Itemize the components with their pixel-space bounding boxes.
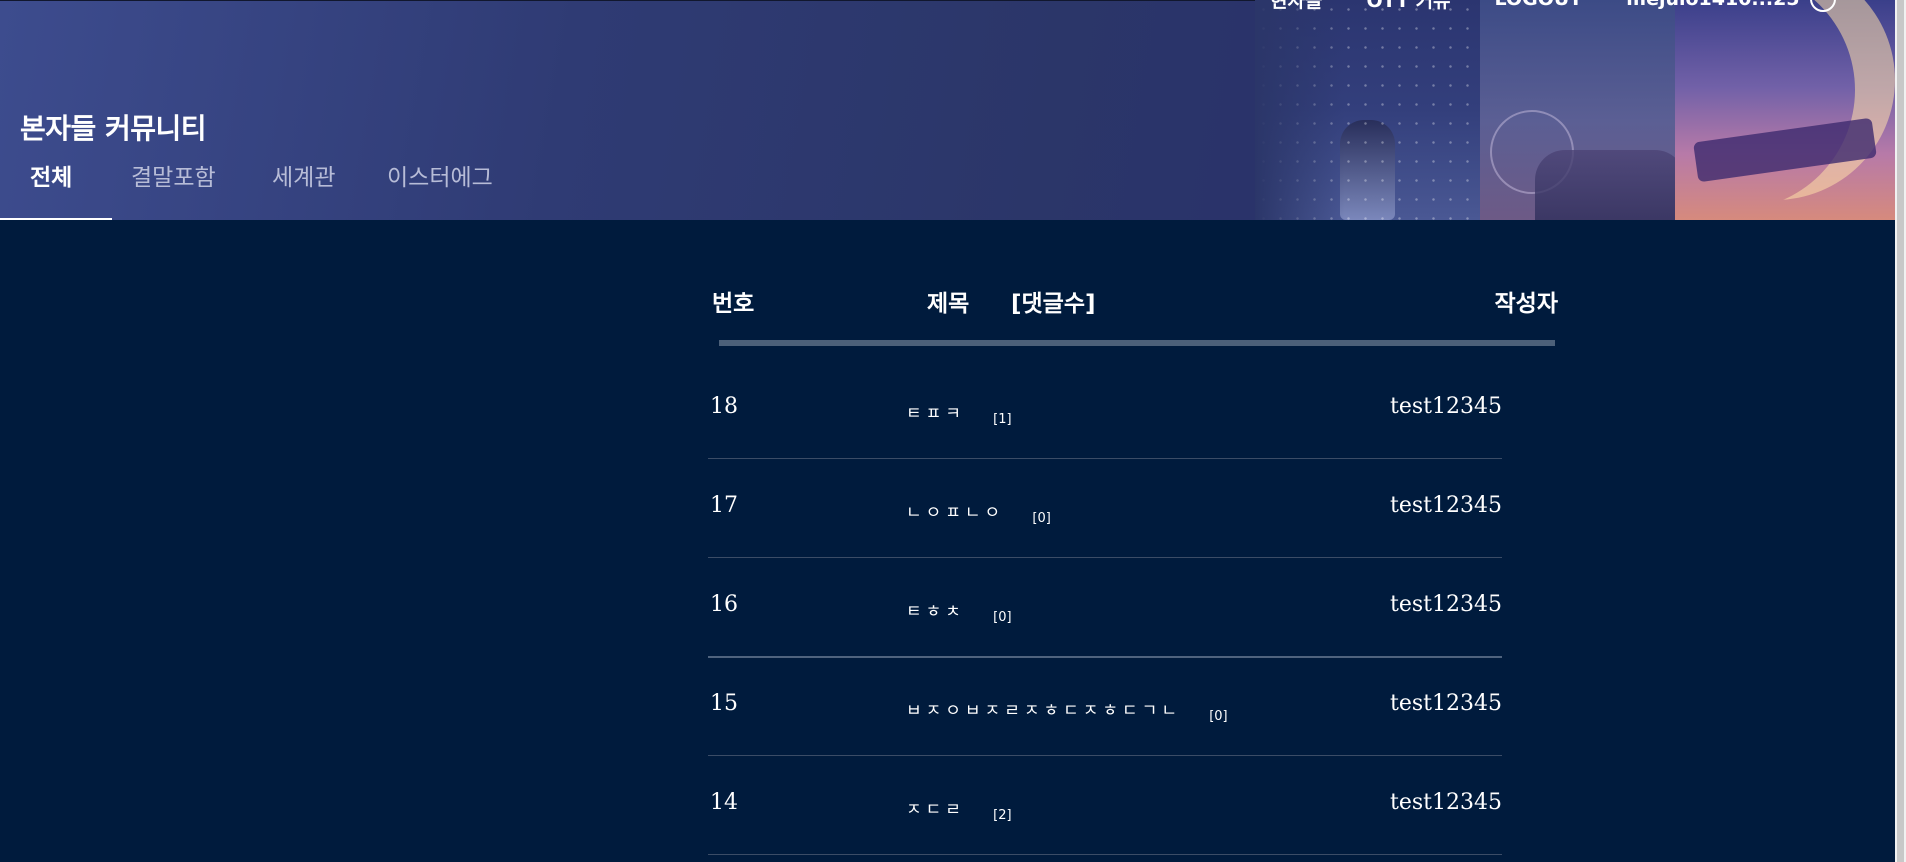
post-title-link[interactable]: ㅈㄷㄹ [2] (906, 795, 1012, 823)
post-title-link[interactable]: ㄴㅇㅍㄴㅇ [0] (906, 498, 1051, 526)
post-title: ㅂㅈㅇㅂㅈㄹㅈㅎㄷㅈㅎㄷㄱㄴ (906, 701, 1181, 721)
post-number: 17 (710, 493, 738, 518)
user-menu[interactable]: mejulo1410...25 (1626, 0, 1836, 12)
post-author: test12345 (1390, 691, 1502, 716)
comment-count: [2] (993, 808, 1012, 823)
column-header-title: 제목 (927, 291, 970, 317)
post-author: test12345 (1390, 394, 1502, 419)
post-title: ㅈㄷㄹ (906, 800, 965, 820)
post-author: test12345 (1390, 592, 1502, 617)
comment-count: [1] (993, 412, 1012, 427)
top-menu: 현자들 OTT 커뮤 LOGOUT mejulo1410...25 (1270, 0, 1836, 13)
post-title: ㅌㅎㅊ (906, 602, 965, 622)
tab-ending-included[interactable]: 결말포함 (131, 153, 216, 220)
post-number: 15 (710, 691, 738, 716)
column-header-comments: [댓글수] (1011, 291, 1096, 317)
header-banner: 현자들 OTT 커뮤 LOGOUT mejulo1410...25 본자들 커뮤… (0, 0, 1895, 220)
movie-poster-collage (1255, 0, 1895, 220)
top-menu-item-2[interactable]: OTT 커뮤 (1366, 0, 1450, 13)
post-title: ㅌㅍㅋ (906, 404, 965, 424)
comment-count: [0] (1032, 511, 1051, 526)
comment-count: [0] (1209, 709, 1228, 724)
poster-fade-overlay (1255, 0, 1895, 220)
column-header-number: 번호 (712, 291, 755, 317)
post-title-link[interactable]: ㅂㅈㅇㅂㅈㄹㅈㅎㄷㅈㅎㄷㄱㄴ [0] (906, 696, 1228, 724)
tab-all[interactable]: 전체 (0, 153, 112, 220)
logout-link[interactable]: LOGOUT (1495, 0, 1583, 10)
post-number: 14 (710, 790, 738, 815)
column-header-author: 작성자 (1494, 291, 1558, 317)
table-row[interactable]: 14 ㅈㄷㄹ [2] test12345 (708, 756, 1502, 855)
tab-worldview[interactable]: 세계관 (272, 153, 335, 220)
post-author: test12345 (1390, 493, 1502, 518)
scrollbar-thumb[interactable] (1897, 0, 1904, 862)
header-divider (719, 340, 1555, 346)
comment-count: [0] (993, 610, 1012, 625)
post-title: ㄴㅇㅍㄴㅇ (906, 503, 1005, 523)
username-label: mejulo1410...25 (1626, 0, 1799, 10)
user-icon[interactable] (1809, 0, 1836, 12)
top-menu-item-1[interactable]: 현자들 (1270, 0, 1322, 13)
community-title: 본자들 커뮤니티 (20, 112, 207, 145)
table-row[interactable]: 16 ㅌㅎㅊ [0] test12345 (708, 558, 1502, 658)
post-number: 16 (710, 592, 738, 617)
table-row[interactable]: 15 ㅂㅈㅇㅂㅈㄹㅈㅎㄷㅈㅎㄷㄱㄴ [0] test12345 (708, 657, 1502, 756)
table-row[interactable]: 18 ㅌㅍㅋ [1] test12345 (708, 360, 1502, 459)
page-scrollbar[interactable] (1895, 0, 1906, 862)
post-author: test12345 (1390, 790, 1502, 815)
post-title-link[interactable]: ㅌㅎㅊ [0] (906, 597, 1012, 625)
tab-easter-egg[interactable]: 이스터에그 (387, 153, 493, 220)
post-number: 18 (710, 394, 738, 419)
table-row[interactable]: 17 ㄴㅇㅍㄴㅇ [0] test12345 (708, 459, 1502, 558)
post-title-link[interactable]: ㅌㅍㅋ [1] (906, 399, 1012, 427)
